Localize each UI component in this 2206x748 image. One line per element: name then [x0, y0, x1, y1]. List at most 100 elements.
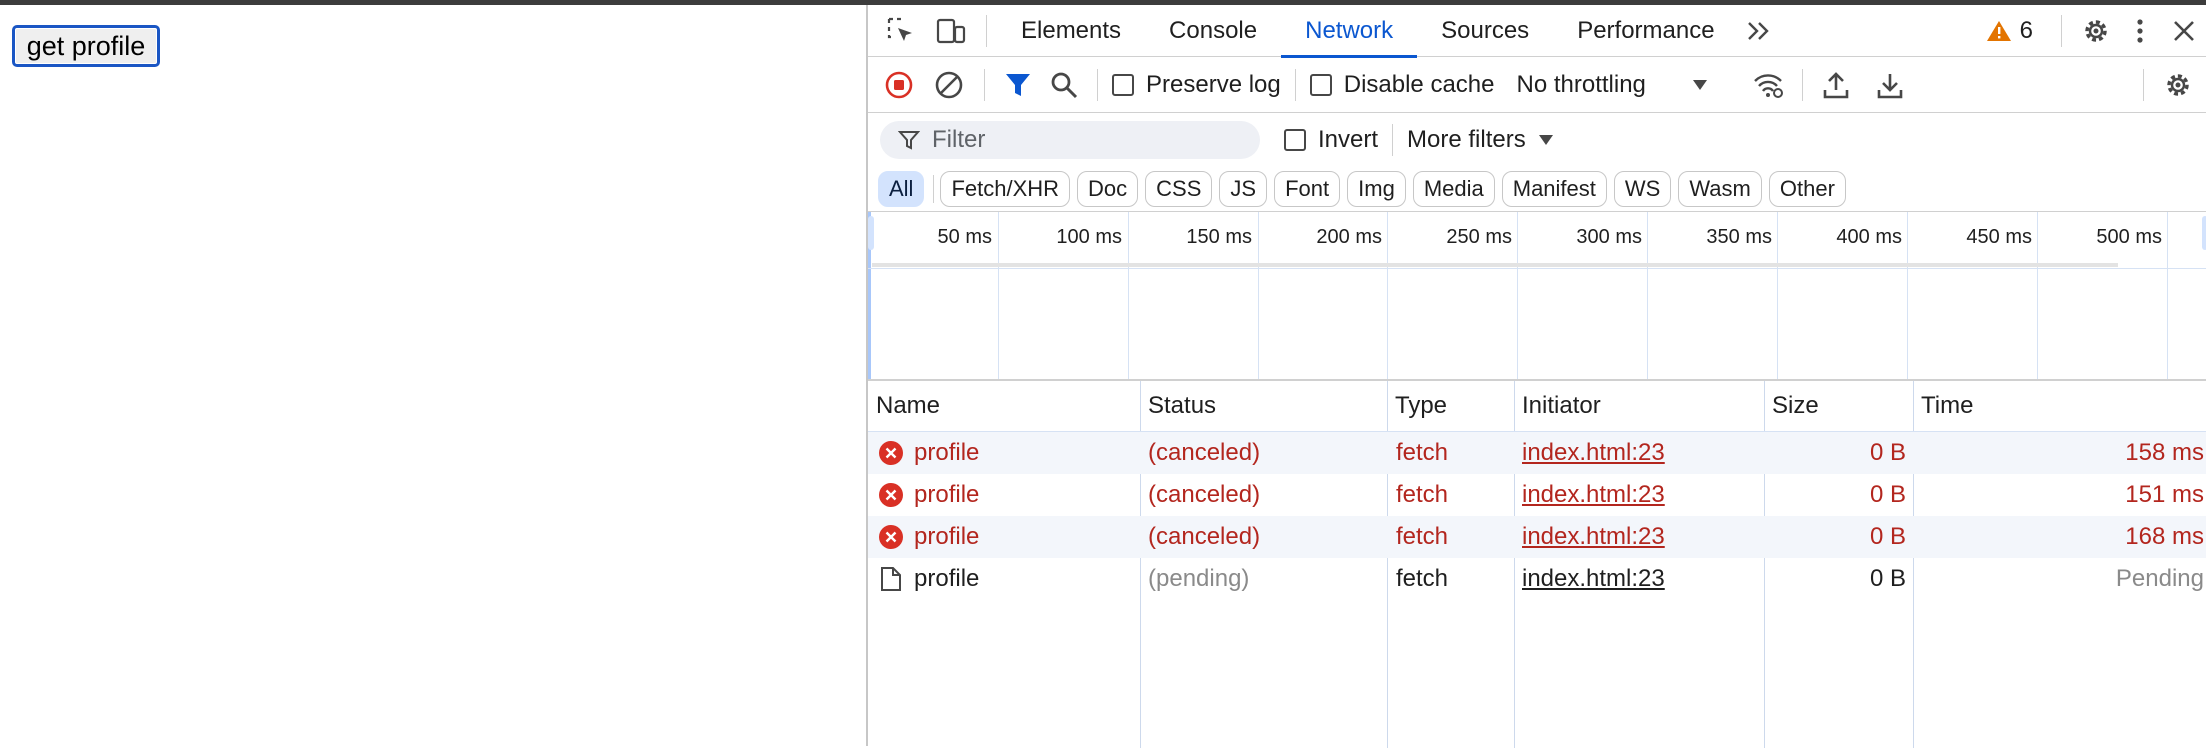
- type-filter-all[interactable]: All: [878, 171, 925, 207]
- request-name: profile: [914, 523, 980, 550]
- search-icon[interactable]: [1041, 57, 1087, 113]
- type-filter-wasm[interactable]: Wasm: [1678, 171, 1762, 207]
- type-filter-js[interactable]: JS: [1219, 171, 1268, 207]
- tab-performance[interactable]: Performance: [1553, 5, 1738, 57]
- disable-cache-checkbox[interactable]: Disable cache: [1309, 70, 1495, 99]
- error-circle-icon: [878, 524, 904, 550]
- dropdown-arrow-icon: [1692, 79, 1708, 91]
- page-viewport: get profile: [0, 5, 866, 746]
- preserve-log-label: Preserve log: [1146, 70, 1281, 98]
- get-profile-button[interactable]: get profile: [12, 25, 160, 67]
- tab-network[interactable]: Network: [1281, 5, 1418, 58]
- network-toolbar: Preserve log Disable cache No throttling: [868, 57, 2206, 113]
- type-filter-font[interactable]: Font: [1274, 171, 1341, 207]
- timeline-gridline: [1517, 212, 1518, 380]
- timeline-gridline: [998, 212, 999, 380]
- network-settings-gear-icon[interactable]: [2154, 57, 2202, 113]
- timeline-overview-bar: [872, 263, 2118, 267]
- devtools-panel: Elements Console Network Sources Perform…: [866, 5, 2206, 748]
- tab-elements[interactable]: Elements: [997, 5, 1145, 57]
- request-type: fetch: [1396, 565, 1449, 592]
- request-initiator-link[interactable]: index.html:23: [1522, 474, 1665, 516]
- column-header-size[interactable]: Size: [1764, 381, 1913, 431]
- network-conditions-icon[interactable]: [1744, 57, 1792, 113]
- table-row[interactable]: profile (canceled) fetch index.html:23 0…: [868, 516, 2206, 558]
- timeline-gridline: [1777, 212, 1778, 380]
- filter-placeholder: Filter: [932, 126, 986, 153]
- request-initiator-link[interactable]: index.html:23: [1522, 558, 1665, 600]
- timeline-gridline: [2037, 212, 2038, 380]
- timeline-divider: [868, 268, 2206, 269]
- import-har-icon[interactable]: [1813, 57, 1859, 113]
- record-stop-icon[interactable]: [874, 57, 924, 113]
- column-header-status[interactable]: Status: [1140, 381, 1387, 431]
- disable-cache-label: Disable cache: [1343, 70, 1495, 98]
- request-name-cell[interactable]: profile: [878, 432, 979, 474]
- filter-funnel-icon[interactable]: [995, 57, 1041, 113]
- export-har-icon[interactable]: [1867, 57, 1913, 113]
- issues-warning-icon[interactable]: [1986, 5, 2012, 57]
- column-header-time[interactable]: Time: [1913, 381, 2206, 431]
- invert-checkbox[interactable]: Invert: [1284, 126, 1378, 154]
- table-row[interactable]: profile (canceled) fetch index.html:23 0…: [868, 432, 2206, 474]
- request-size: 0 B: [1869, 565, 1906, 592]
- request-name-cell[interactable]: profile: [878, 474, 979, 516]
- column-header-initiator[interactable]: Initiator: [1514, 381, 1764, 431]
- toolbar-separator-4: [1801, 68, 1803, 101]
- network-overview-timeline[interactable]: 50 ms 100 ms 150 ms 200 ms 250 ms 300 ms…: [868, 211, 2206, 380]
- clear-log-icon[interactable]: [924, 57, 974, 113]
- column-header-name[interactable]: Name: [868, 381, 1140, 431]
- overview-left-grip[interactable]: [868, 216, 874, 250]
- table-row[interactable]: profile (pending) fetch index.html:23 0 …: [868, 558, 2206, 600]
- overview-right-grip[interactable]: [2202, 216, 2206, 250]
- more-tabs-icon[interactable]: [1739, 5, 1779, 57]
- toolbar-separator-3: [1294, 68, 1296, 101]
- filter-separator: [1392, 124, 1394, 156]
- request-initiator-link[interactable]: index.html:23: [1522, 432, 1665, 474]
- disable-cache-box[interactable]: [1309, 73, 1332, 96]
- request-name-cell[interactable]: profile: [878, 516, 979, 558]
- column-header-type[interactable]: Type: [1387, 381, 1514, 431]
- type-filter-ws[interactable]: WS: [1613, 171, 1672, 207]
- preserve-log-checkbox[interactable]: Preserve log: [1112, 71, 1281, 99]
- type-filter-media[interactable]: Media: [1412, 171, 1495, 207]
- preserve-log-box[interactable]: [1112, 73, 1134, 96]
- request-status: (canceled): [1148, 481, 1261, 508]
- request-name-cell[interactable]: profile: [878, 558, 979, 600]
- timeline-tick-label: 400 ms: [1836, 226, 1902, 248]
- more-filters-dropdown[interactable]: More filters: [1407, 126, 1554, 154]
- type-filter-css[interactable]: CSS: [1145, 171, 1213, 207]
- table-row[interactable]: profile (canceled) fetch index.html:23 0…: [868, 474, 2206, 516]
- settings-gear-icon[interactable]: [2072, 5, 2120, 57]
- device-toolbar-icon[interactable]: [926, 5, 976, 57]
- request-time: 168 ms: [2125, 523, 2204, 550]
- type-filter-other[interactable]: Other: [1768, 171, 1846, 207]
- request-type: fetch: [1396, 523, 1449, 550]
- timeline-tick-label: 200 ms: [1316, 226, 1382, 248]
- request-status: (canceled): [1148, 523, 1261, 550]
- timeline-tick-label: 50 ms: [937, 226, 992, 248]
- filter-row: Filter Invert More filters: [868, 113, 2206, 167]
- timeline-tick-label: 300 ms: [1576, 226, 1642, 248]
- invert-box[interactable]: [1284, 129, 1306, 151]
- more-options-icon[interactable]: [2120, 5, 2160, 57]
- close-devtools-icon[interactable]: [2160, 5, 2206, 57]
- tab-console[interactable]: Console: [1145, 5, 1281, 57]
- request-time: Pending: [2115, 565, 2204, 592]
- throttling-select[interactable]: No throttling: [1516, 71, 1707, 99]
- inspect-element-icon[interactable]: [876, 5, 926, 57]
- more-filters-label: More filters: [1407, 126, 1526, 153]
- filter-input[interactable]: Filter: [880, 121, 1260, 159]
- type-filter-fetch-xhr[interactable]: Fetch/XHR: [940, 171, 1071, 207]
- request-status: (pending): [1148, 565, 1250, 592]
- devtools-tabbar: Elements Console Network Sources Perform…: [868, 5, 2206, 58]
- timeline-gridline: [1647, 212, 1648, 380]
- issues-count[interactable]: 6: [2020, 17, 2033, 45]
- type-filter-doc[interactable]: Doc: [1077, 171, 1139, 207]
- type-filter-img[interactable]: Img: [1347, 171, 1406, 207]
- type-filter-manifest[interactable]: Manifest: [1501, 171, 1607, 207]
- request-name: profile: [914, 565, 980, 592]
- request-initiator-link[interactable]: index.html:23: [1522, 516, 1665, 558]
- request-name: profile: [914, 481, 980, 508]
- tab-sources[interactable]: Sources: [1417, 5, 1553, 57]
